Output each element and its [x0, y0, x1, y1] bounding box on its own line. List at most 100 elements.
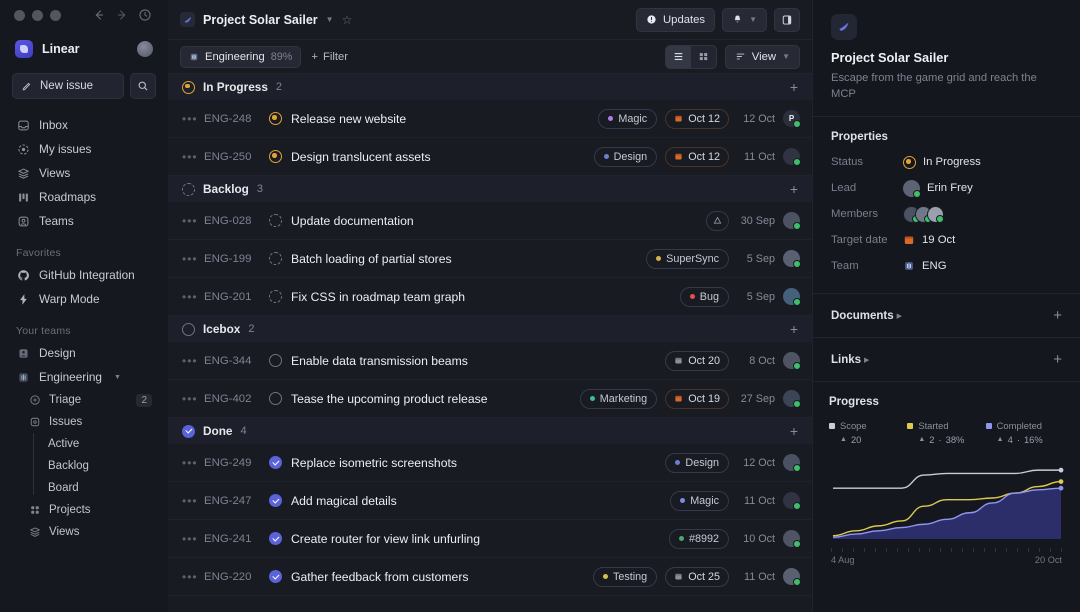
table-row[interactable]: ••• ENG-249 Replace isometric screenshots D…: [168, 444, 812, 482]
table-row[interactable]: ••• ENG-247 Add magical details Magic 11 Oct: [168, 482, 812, 520]
add-issue-button[interactable]: +: [790, 182, 798, 196]
sidebar-item-views[interactable]: Views: [10, 161, 158, 185]
add-link-button[interactable]: +: [1053, 352, 1062, 367]
add-issue-button[interactable]: +: [790, 322, 798, 336]
workspace-switcher[interactable]: Linear: [10, 30, 158, 68]
label-pill[interactable]: Design: [665, 452, 729, 473]
avatar[interactable]: [783, 390, 801, 408]
chevron-down-icon[interactable]: ▼: [326, 15, 334, 24]
issue-status-icon[interactable]: [269, 354, 282, 367]
avatar[interactable]: [783, 288, 801, 306]
table-row[interactable]: ••• ENG-250 Design translucent assets Desig…: [168, 138, 812, 176]
due-date-pill[interactable]: Oct 25: [665, 566, 729, 587]
documents-section[interactable]: Documents ▶ +: [813, 294, 1080, 337]
due-date-pill[interactable]: Oct 12: [665, 108, 729, 129]
maximize-button[interactable]: [50, 9, 61, 21]
issue-status-icon[interactable]: [269, 252, 282, 265]
avatar[interactable]: [783, 530, 801, 548]
sidebar-item-triage[interactable]: Triage 2: [10, 389, 158, 411]
property-team[interactable]: Team ENG: [831, 253, 1062, 279]
sidebar-item-design-team[interactable]: Design: [10, 341, 158, 365]
minimize-button[interactable]: [32, 9, 43, 21]
row-drag-handle[interactable]: •••: [182, 532, 197, 546]
issue-group-header[interactable]: In Progress 2 +: [168, 74, 812, 100]
row-drag-handle[interactable]: •••: [182, 392, 197, 406]
issue-status-icon[interactable]: [269, 392, 282, 405]
property-target-date[interactable]: Target date 19 Oct: [831, 227, 1062, 253]
board-view-icon[interactable]: [691, 46, 716, 68]
team-filter-pill[interactable]: Engineering 89%: [180, 45, 302, 68]
avatar[interactable]: [783, 250, 801, 268]
sidebar-item-teams[interactable]: Teams: [10, 209, 158, 233]
avatar[interactable]: [783, 148, 801, 166]
sidebar-item-warp-mode[interactable]: Warp Mode: [10, 287, 158, 311]
links-section[interactable]: Links ▶ +: [813, 338, 1080, 381]
issue-group-header[interactable]: Backlog 3 +: [168, 176, 812, 202]
issue-status-icon[interactable]: [269, 456, 282, 469]
add-issue-button[interactable]: +: [790, 80, 798, 94]
label-pill[interactable]: Magic: [670, 490, 729, 511]
sidebar-item-engineering-team[interactable]: Engineering ▼: [10, 365, 158, 389]
user-avatar[interactable]: [137, 41, 153, 57]
property-lead[interactable]: Lead Erin Frey: [831, 175, 1062, 201]
issue-status-icon[interactable]: [269, 214, 282, 227]
progress-chart[interactable]: [829, 451, 1064, 548]
row-drag-handle[interactable]: •••: [182, 252, 197, 266]
new-issue-button[interactable]: New issue: [12, 73, 124, 99]
table-row[interactable]: ••• ENG-241 Create router for view link un…: [168, 520, 812, 558]
sidebar-item-github-integration[interactable]: GitHub Integration: [10, 263, 158, 287]
issue-status-icon[interactable]: [269, 150, 282, 163]
avatar[interactable]: P: [783, 110, 801, 128]
star-icon[interactable]: ☆: [342, 13, 353, 27]
label-pill[interactable]: SuperSync: [646, 248, 729, 269]
sidebar-item-board[interactable]: Board: [40, 477, 158, 499]
issue-status-icon[interactable]: [269, 494, 282, 507]
table-row[interactable]: ••• ENG-402 Tease the upcoming product rel…: [168, 380, 812, 418]
sidebar-item-projects[interactable]: Projects: [10, 499, 158, 521]
issue-status-icon[interactable]: [269, 532, 282, 545]
sidebar-item-my-issues[interactable]: My issues: [10, 137, 158, 161]
table-row[interactable]: ••• ENG-201 Fix CSS in roadmap team graph B…: [168, 278, 812, 316]
chevron-right-icon[interactable]: ▶: [864, 356, 869, 364]
label-pill[interactable]: Marketing: [579, 388, 658, 409]
avatar[interactable]: [783, 492, 801, 510]
row-drag-handle[interactable]: •••: [182, 290, 197, 304]
notifications-dropdown[interactable]: ▼: [722, 7, 767, 32]
issue-list[interactable]: In Progress 2 + ••• ENG-248 Release new websi…: [168, 74, 812, 612]
due-date-pill[interactable]: Oct 20: [665, 350, 729, 371]
add-filter-button[interactable]: + Filter: [311, 51, 348, 63]
table-row[interactable]: ••• ENG-344 Enable data transmission beams…: [168, 342, 812, 380]
updates-button[interactable]: Updates: [636, 7, 716, 32]
add-issue-button[interactable]: +: [790, 424, 798, 438]
table-row[interactable]: ••• ENG-199 Batch loading of partial store…: [168, 240, 812, 278]
sidebar-item-active[interactable]: Active: [40, 433, 158, 455]
issue-status-icon[interactable]: [269, 570, 282, 583]
list-view-icon[interactable]: [665, 45, 691, 68]
due-date-pill[interactable]: Oct 19: [665, 388, 729, 409]
sidebar-item-roadmaps[interactable]: Roadmaps: [10, 185, 158, 209]
table-row[interactable]: ••• ENG-028 Update documentation 30 Sep: [168, 202, 812, 240]
sidebar-item-backlog[interactable]: Backlog: [40, 455, 158, 477]
issue-group-header[interactable]: Done 4 +: [168, 418, 812, 444]
label-pill[interactable]: Bug: [679, 286, 729, 307]
row-drag-handle[interactable]: •••: [182, 112, 197, 126]
toggle-side-panel-button[interactable]: [774, 7, 800, 32]
row-drag-handle[interactable]: •••: [182, 456, 197, 470]
issue-status-icon[interactable]: [269, 112, 282, 125]
avatar[interactable]: [783, 454, 801, 472]
avatar[interactable]: [783, 212, 801, 230]
label-pill[interactable]: #8992: [668, 528, 729, 549]
sidebar-item-team-views[interactable]: Views: [10, 521, 158, 543]
add-document-button[interactable]: +: [1053, 308, 1062, 323]
chevron-right-icon[interactable]: ▶: [897, 312, 902, 320]
row-drag-handle[interactable]: •••: [182, 570, 197, 584]
row-drag-handle[interactable]: •••: [182, 494, 197, 508]
property-status[interactable]: Status In Progress: [831, 149, 1062, 175]
close-button[interactable]: [14, 9, 25, 21]
sidebar-item-issues[interactable]: Issues: [10, 411, 158, 433]
back-arrow-icon[interactable]: [92, 8, 106, 22]
table-row[interactable]: ••• ENG-248 Release new website Magic Oct 12…: [168, 100, 812, 138]
search-button[interactable]: [130, 73, 156, 99]
row-drag-handle[interactable]: •••: [182, 214, 197, 228]
issue-group-header[interactable]: Icebox 2 +: [168, 316, 812, 342]
